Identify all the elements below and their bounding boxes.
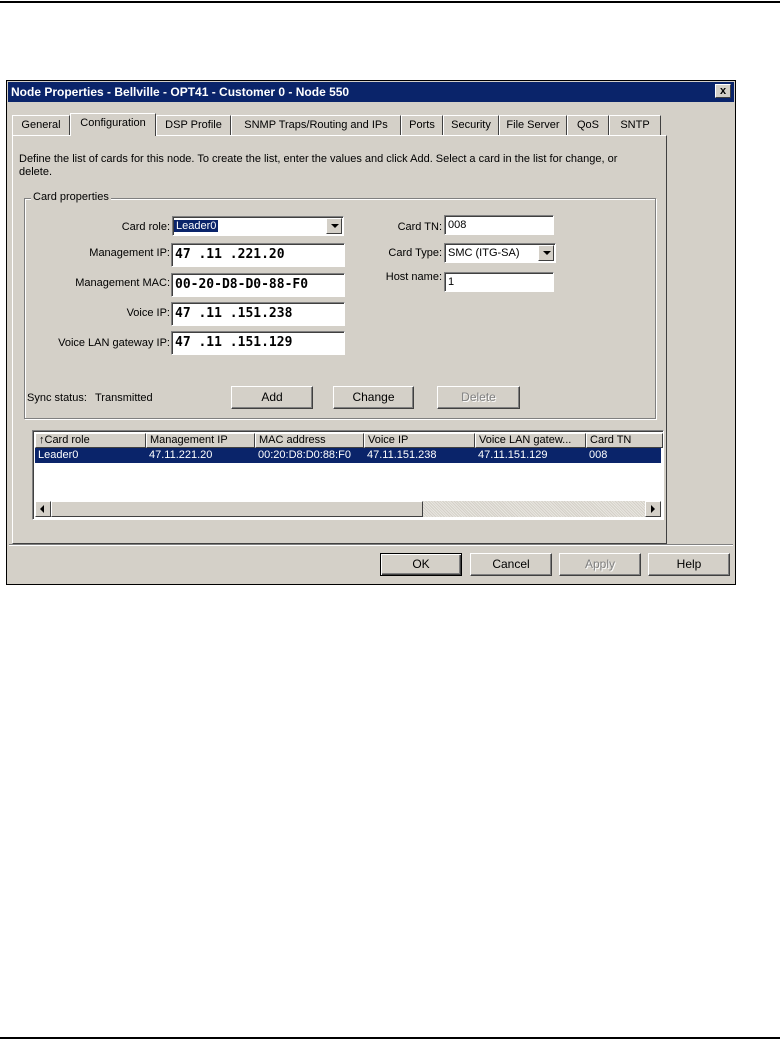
card-type-value: SMC (ITG-SA) [448, 247, 520, 259]
cancel-button[interactable]: Cancel [470, 553, 552, 576]
tab-qos[interactable]: QoS [567, 115, 609, 135]
chevron-down-icon[interactable] [538, 245, 554, 261]
column-card-tn[interactable]: Card TN [586, 433, 663, 448]
delete-button[interactable]: Delete [437, 386, 520, 409]
cell-card-role: Leader0 [38, 449, 79, 461]
card-properties-label: Card properties [31, 191, 111, 203]
cell-voice-ip: 47.11.151.238 [367, 449, 437, 461]
sync-status-label: Sync status: [27, 392, 87, 404]
management-ip-label: Management IP: [89, 247, 170, 259]
card-role-value: Leader0 [174, 220, 219, 232]
card-list[interactable]: ↑Card role Management IP MAC address Voi… [32, 430, 664, 520]
card-role-label: Card role: [121, 221, 170, 233]
cell-management-ip: 47.11.221.20 [149, 449, 213, 461]
page-bottom-rule [0, 1037, 780, 1039]
tab-sntp[interactable]: SNTP [609, 115, 661, 135]
tab-ports[interactable]: Ports [401, 115, 443, 135]
sync-status-value: Transmitted [95, 392, 153, 404]
column-card-role[interactable]: ↑Card role [35, 433, 146, 448]
page-top-rule [0, 1, 780, 3]
column-card-role-label: Card role [44, 434, 90, 446]
cell-voice-gateway: 47.11.151.129 [478, 449, 548, 461]
management-mac-label: Management MAC: [75, 277, 170, 289]
tab-general[interactable]: General [12, 115, 70, 135]
add-button[interactable]: Add [231, 386, 313, 409]
tab-file-server[interactable]: File Server [499, 115, 567, 135]
title-bar[interactable]: Node Properties - Bellville - OPT41 - Cu… [8, 82, 734, 102]
scroll-left-icon[interactable] [35, 501, 51, 517]
voice-ip-label: Voice IP: [126, 307, 170, 319]
window-title: Node Properties - Bellville - OPT41 - Cu… [11, 85, 350, 99]
card-type-label: Card Type: [388, 247, 442, 259]
chevron-down-icon[interactable] [326, 218, 342, 234]
voice-ip-input[interactable]: 47 .11 .151.238 [171, 302, 345, 326]
tab-snmp-traps[interactable]: SNMP Traps/Routing and IPs [231, 115, 401, 135]
close-icon[interactable]: x [715, 84, 731, 98]
tab-dsp-profile[interactable]: DSP Profile [156, 115, 231, 135]
host-name-input[interactable]: 1 [444, 272, 554, 292]
column-voice-ip[interactable]: Voice IP [364, 433, 475, 448]
card-list-header: ↑Card role Management IP MAC address Voi… [35, 433, 663, 448]
node-properties-dialog: Node Properties - Bellville - OPT41 - Cu… [6, 80, 736, 585]
host-name-label: Host name: [385, 271, 442, 283]
help-button[interactable]: Help [648, 553, 730, 576]
cell-card-tn: 008 [589, 449, 608, 461]
scroll-right-icon[interactable] [645, 501, 661, 517]
card-tn-label: Card TN: [397, 221, 442, 233]
apply-button[interactable]: Apply [559, 553, 641, 576]
instructions-text: Define the list of cards for this node. … [19, 153, 618, 178]
column-management-ip[interactable]: Management IP [146, 433, 255, 448]
management-mac-input[interactable]: 00-20-D8-D0-88-F0 [171, 273, 345, 297]
table-row[interactable]: Leader0 47.11.221.20 00:20:D8:D0:88:F0 4… [35, 448, 661, 463]
column-mac-address[interactable]: MAC address [255, 433, 364, 448]
card-tn-input[interactable]: 008 [444, 215, 554, 235]
tab-configuration[interactable]: Configuration [70, 113, 156, 136]
change-button[interactable]: Change [333, 386, 414, 409]
tab-security[interactable]: Security [443, 115, 499, 135]
footer-separator [9, 544, 733, 546]
cell-mac-address: 00:20:D8:D0:88:F0 [258, 449, 351, 461]
column-voice-gateway[interactable]: Voice LAN gatew... [475, 433, 586, 448]
horizontal-scrollbar[interactable] [35, 501, 661, 517]
card-role-select[interactable]: Leader0 [172, 216, 344, 236]
management-ip-input[interactable]: 47 .11 .221.20 [171, 243, 345, 267]
card-type-select[interactable]: SMC (ITG-SA) [444, 243, 556, 263]
ok-button[interactable]: OK [380, 553, 462, 576]
voice-gateway-input[interactable]: 47 .11 .151.129 [171, 331, 345, 355]
scrollbar-thumb[interactable] [51, 501, 423, 517]
voice-gateway-label: Voice LAN gateway IP: [58, 337, 170, 349]
